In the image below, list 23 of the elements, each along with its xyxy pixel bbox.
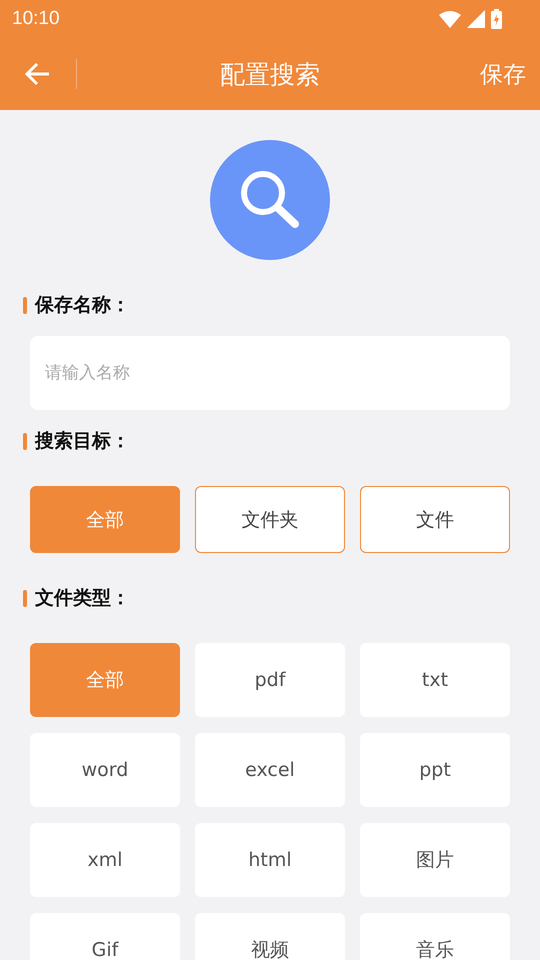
- target-option[interactable]: 文件夹: [195, 486, 345, 553]
- page-title: 配置搜索: [220, 58, 320, 90]
- file-type-option[interactable]: html: [195, 823, 345, 897]
- section-label: 搜索目标：: [35, 429, 130, 454]
- name-input-field[interactable]: 请输入名称: [30, 336, 510, 410]
- wifi-icon: [439, 10, 461, 28]
- target-option[interactable]: 文件: [360, 486, 510, 553]
- file-type-option[interactable]: ppt: [360, 733, 510, 807]
- file-type-option[interactable]: Gif: [30, 913, 180, 960]
- file-type-option[interactable]: pdf: [195, 643, 345, 717]
- file-type-option[interactable]: xml: [30, 823, 180, 897]
- file-type-option[interactable]: 视频: [195, 913, 345, 960]
- file-type-option[interactable]: word: [30, 733, 180, 807]
- status-time: 10:10: [12, 8, 60, 30]
- back-button[interactable]: [24, 60, 52, 88]
- file-type-option[interactable]: excel: [195, 733, 345, 807]
- file-type-option[interactable]: txt: [360, 643, 510, 717]
- file-type-option[interactable]: 音乐: [360, 913, 510, 960]
- signal-icon: [467, 10, 485, 28]
- section-label: 保存名称：: [35, 293, 130, 318]
- section-label: 文件类型：: [35, 586, 130, 611]
- file-type-option[interactable]: 图片: [360, 823, 510, 897]
- battery-icon: [491, 9, 502, 29]
